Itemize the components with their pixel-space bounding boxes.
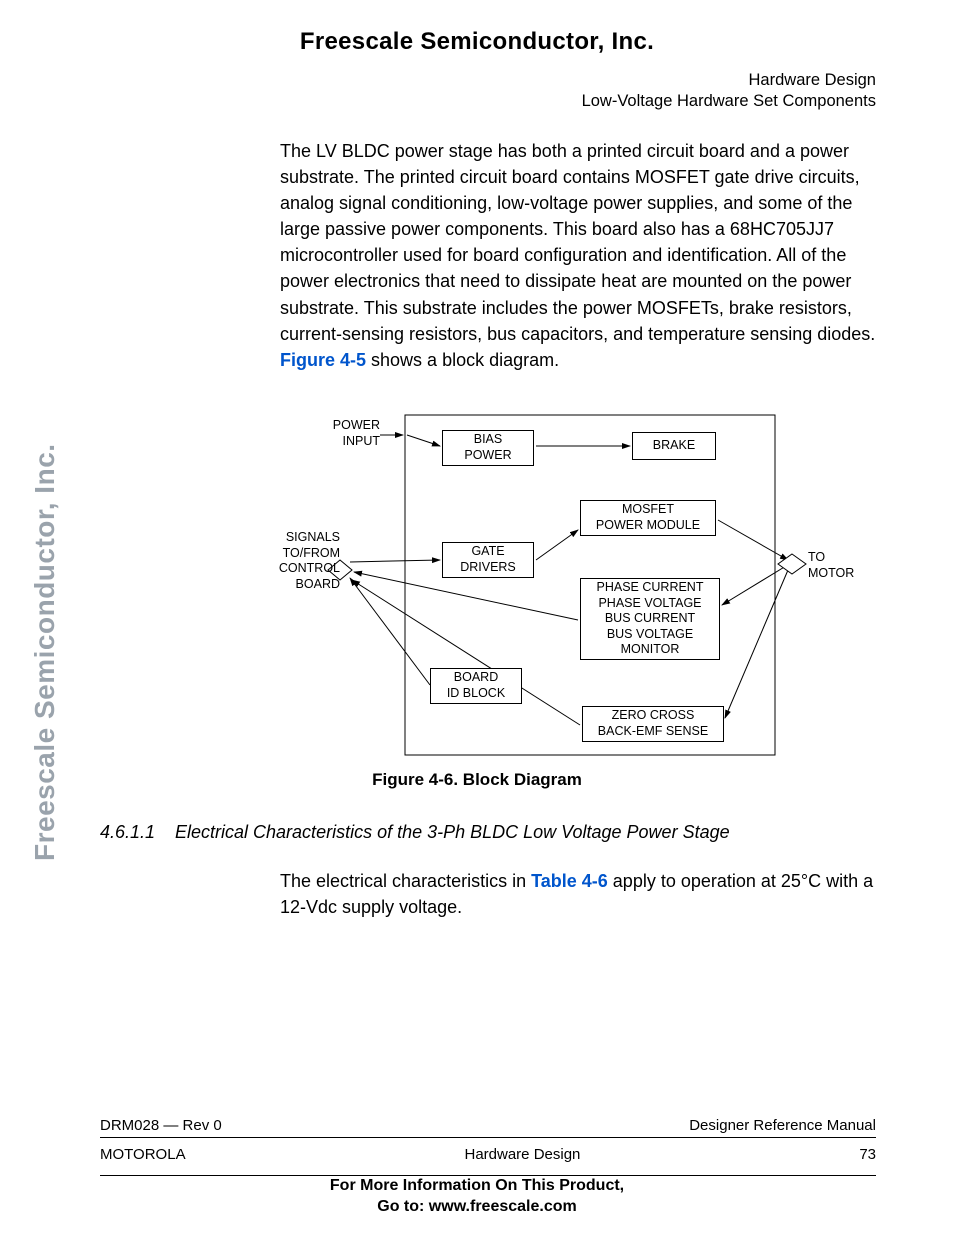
diagram-svg — [280, 410, 870, 760]
box-gate-drivers: GATEDRIVERS — [442, 542, 534, 578]
page-title: Freescale Semiconductor, Inc. — [0, 28, 954, 56]
section-title: Electrical Characteristics of the 3-Ph B… — [175, 822, 730, 842]
footer-row-2: MOTOROLA Hardware Design 73 — [100, 1146, 876, 1163]
footer-doc-type: Designer Reference Manual — [689, 1117, 876, 1134]
paragraph-2-pre: The electrical characteristics in — [280, 871, 531, 891]
figure-4-5-link[interactable]: Figure 4-5 — [280, 350, 366, 370]
header-right: Hardware Design Low-Voltage Hardware Set… — [582, 70, 876, 113]
header-line-2: Low-Voltage Hardware Set Components — [582, 91, 876, 112]
table-4-6-link[interactable]: Table 4-6 — [531, 871, 608, 891]
paragraph-1-text: The LV BLDC power stage has both a print… — [280, 141, 875, 344]
paragraph-2: The electrical characteristics in Table … — [280, 868, 876, 920]
paragraph-1-post: shows a block diagram. — [366, 350, 559, 370]
footer-more-info: For More Information On This Product, Go… — [0, 1176, 954, 1218]
box-mosfet-module: MOSFETPOWER MODULE — [580, 500, 716, 536]
footer-doc-id: DRM028 — Rev 0 — [100, 1117, 222, 1134]
footer-more-line-1: For More Information On This Product, — [0, 1176, 954, 1197]
sidebar-brand: Freescale Semiconductor, Inc. — [10, 390, 50, 870]
sidebar-brand-text: Freescale Semiconductor, Inc. — [29, 391, 61, 861]
label-signals: SIGNALSTO/FROMCONTROLBOARD — [265, 530, 340, 593]
footer-vendor: MOTOROLA — [100, 1146, 186, 1163]
box-zero-cross: ZERO CROSSBACK-EMF SENSE — [582, 706, 724, 742]
footer-chapter: Hardware Design — [186, 1146, 860, 1163]
box-board-id: BOARDID BLOCK — [430, 668, 522, 704]
footer-page-number: 73 — [859, 1146, 876, 1163]
footer-row-1: DRM028 — Rev 0 Designer Reference Manual — [100, 1117, 876, 1134]
box-brake: BRAKE — [632, 432, 716, 460]
section-heading: 4.6.1.1 Electrical Characteristics of th… — [100, 822, 730, 843]
label-to-motor: TOMOTOR — [808, 550, 868, 581]
box-bias-power: BIASPOWER — [442, 430, 534, 466]
label-power-input: POWERINPUT — [310, 418, 380, 449]
header-line-1: Hardware Design — [582, 70, 876, 91]
section-number: 4.6.1.1 — [100, 822, 170, 843]
footer-more-line-2: Go to: www.freescale.com — [0, 1197, 954, 1218]
paragraph-1: The LV BLDC power stage has both a print… — [280, 138, 876, 373]
footer-rule-1 — [100, 1137, 876, 1138]
block-diagram: POWERINPUT SIGNALSTO/FROMCONTROLBOARD TO… — [280, 410, 870, 760]
figure-caption: Figure 4-6. Block Diagram — [0, 770, 954, 790]
box-sense: PHASE CURRENTPHASE VOLTAGEBUS CURRENTBUS… — [580, 578, 720, 660]
